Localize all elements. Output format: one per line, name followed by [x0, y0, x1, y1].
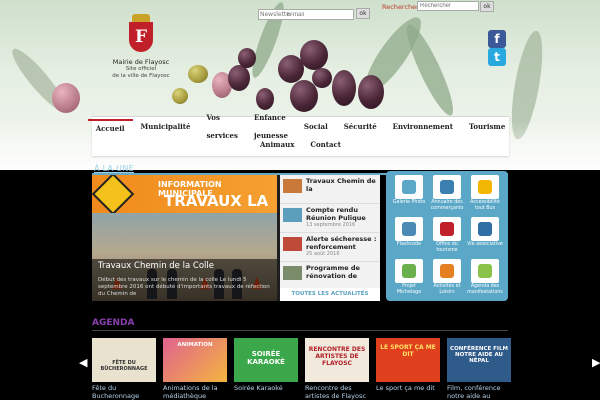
all-news-link[interactable]: TOUTES LES ACTUALITÉS — [280, 288, 380, 301]
feature-excerpt: Début des travaux sur le chemin de la co… — [98, 277, 270, 297]
agenda-event[interactable]: SOIRÉE KARAOKÉ Soirée Karaoké — [234, 338, 298, 392]
site-logo[interactable]: F Mairie de Flayosc Site officiel de la … — [111, 14, 171, 80]
news-item[interactable]: Travaux Chemin de la — [280, 175, 380, 204]
quick-access-bus[interactable]: Accessibilité tout Bus — [466, 175, 504, 215]
twitter-icon[interactable]: t — [488, 48, 506, 66]
nav-item-contact[interactable]: Contact — [302, 136, 349, 154]
nav-item-tourisme[interactable]: Tourisme — [461, 118, 513, 136]
featured-article[interactable]: INFORMATION MUNICIPALE TRAVAUX LA COLLE … — [92, 175, 277, 301]
nav-item-securite[interactable]: Sécurité — [336, 118, 385, 136]
photo-gallery-icon — [402, 180, 416, 194]
agenda-event[interactable]: RENCONTRE DES ARTISTES DE FLAYOSC Rencon… — [305, 338, 369, 400]
associations-icon — [478, 222, 492, 236]
news-thumbnail — [283, 208, 302, 222]
agenda-event[interactable]: LE SPORT ÇA ME DIT Le sport ça me dit — [376, 338, 440, 392]
search-ok-button[interactable]: ok — [480, 1, 494, 12]
nav-item-social[interactable]: Social — [296, 118, 336, 136]
quick-access-projet[interactable]: Projet Michelage — [390, 259, 428, 299]
news-thumbnail — [283, 237, 302, 251]
main-navigation: Accueil Municipalité Vos services Enfanc… — [87, 113, 509, 156]
logo-subtitle: Site officiel de la ville de Flayosc — [112, 66, 170, 79]
nav-item-environnement[interactable]: Environnement — [385, 118, 461, 136]
facebook-icon[interactable]: f — [488, 30, 506, 48]
quick-access-grid: Galerie Photo Annuaire des commerçants A… — [386, 171, 508, 301]
news-item[interactable]: Alerte sécheresse : renforcement 25 août… — [280, 233, 380, 262]
nav-item-vos-services[interactable]: Vos services — [198, 109, 245, 145]
nav-item-animaux[interactable]: Animaux — [252, 136, 302, 154]
map-icon — [402, 264, 416, 278]
agenda-heading: AGENDA — [92, 318, 135, 328]
search-input[interactable] — [417, 1, 479, 11]
news-item[interactable]: Compte rendu Réunion Pulique 13 septembr… — [280, 204, 380, 233]
a-la-une-heading: À LA UNE — [94, 164, 134, 173]
agenda-event[interactable]: CONFÉRENCE FILM NOTRE AIDE AU NÉPAL Film… — [447, 338, 511, 400]
roadwork-sign-icon — [92, 175, 135, 216]
news-list: Travaux Chemin de la Compte rendu Réunio… — [280, 175, 380, 301]
carousel-next-arrow-icon[interactable]: ▶ — [592, 356, 600, 369]
quick-access-flashcode[interactable]: Flashcode — [390, 217, 428, 257]
tourism-icon — [440, 222, 454, 236]
feature-banner: INFORMATION MUNICIPALE TRAVAUX LA COLLE — [92, 175, 277, 228]
calendar-icon — [478, 264, 492, 278]
bus-icon — [478, 180, 492, 194]
quick-access-directory[interactable]: Annuaire des commerçants — [428, 175, 466, 215]
leisure-icon — [440, 264, 454, 278]
news-thumbnail — [283, 179, 302, 193]
logo-title: Mairie de Flayosc — [112, 58, 170, 66]
nav-item-municipalite[interactable]: Municipalité — [133, 118, 199, 136]
crest-icon: F — [128, 14, 154, 56]
qr-code-icon — [402, 222, 416, 236]
quick-access-agenda[interactable]: Agenda des manifestations — [466, 259, 504, 299]
newsletter-ok-button[interactable]: ok — [356, 8, 370, 19]
agenda-event[interactable]: FÊTE DU BÛCHERONNAGE Fête du Bucheronnag… — [92, 338, 156, 400]
directory-icon — [440, 180, 454, 194]
news-item[interactable]: Programme de rénovation de — [280, 262, 380, 291]
quick-access-leisure[interactable]: Activités et Loisirs — [428, 259, 466, 299]
nav-item-accueil[interactable]: Accueil — [87, 118, 133, 136]
quick-access-tourism[interactable]: Office du tourisme — [428, 217, 466, 257]
quick-access-associations[interactable]: Vie associative — [466, 217, 504, 257]
carousel-prev-arrow-icon[interactable]: ◀ — [79, 356, 87, 369]
agenda-event[interactable]: ANIMATION Animations de la médiathèque — [163, 338, 227, 400]
quick-access-photo-gallery[interactable]: Galerie Photo — [390, 175, 428, 215]
newsletter-label: Newsletter — [260, 11, 293, 18]
news-thumbnail — [283, 266, 302, 280]
feature-title: Travaux Chemin de la Colle — [98, 261, 214, 271]
search-label: Rechercher — [382, 3, 419, 11]
